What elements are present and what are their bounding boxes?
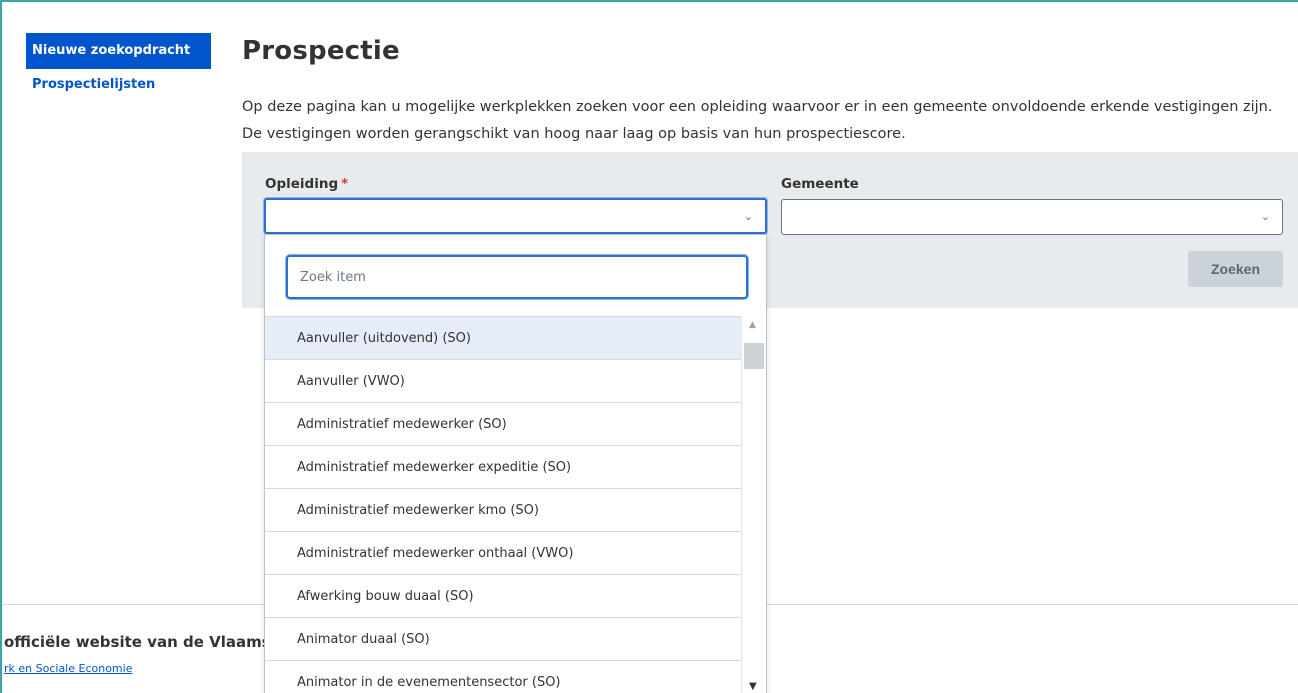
- dropdown-option[interactable]: Animator duaal (SO): [265, 617, 741, 660]
- dropdown-option[interactable]: Animator in de evenementensector (SO): [265, 660, 741, 693]
- gemeente-label: Gemeente: [781, 176, 859, 192]
- opleiding-select[interactable]: ⌄: [264, 198, 767, 234]
- footer-title: officiële website van de Vlaams: [4, 633, 271, 651]
- dropdown-search-input[interactable]: [286, 255, 748, 299]
- dropdown-option[interactable]: Aanvuller (uitdovend) (SO): [265, 316, 741, 359]
- scrollbar-thumb[interactable]: [744, 343, 764, 369]
- required-marker: *: [341, 176, 349, 192]
- sidebar-item-prospect-lists[interactable]: Prospectielijsten: [32, 77, 155, 92]
- arrow-up-icon[interactable]: ▲: [749, 320, 756, 330]
- page-intro: Op deze pagina kan u mogelijke werkplekk…: [242, 99, 1273, 142]
- opleiding-label-text: Opleiding: [265, 176, 339, 192]
- dropdown-option[interactable]: Administratief medewerker onthaal (VWO): [265, 531, 741, 574]
- sidebar-item-new-search[interactable]: Nieuwe zoekopdracht: [26, 33, 211, 69]
- dropdown-option[interactable]: Aanvuller (VWO): [265, 359, 741, 402]
- opleiding-label: Opleiding *: [265, 176, 348, 192]
- search-button[interactable]: Zoeken: [1188, 251, 1283, 287]
- dropdown-option[interactable]: Administratief medewerker (SO): [265, 402, 741, 445]
- dropdown-option[interactable]: Administratief medewerker expeditie (SO): [265, 445, 741, 488]
- chevron-down-icon: ⌄: [1260, 210, 1270, 223]
- dropdown-option[interactable]: Administratief medewerker kmo (SO): [265, 488, 741, 531]
- chevron-down-icon: ⌄: [743, 210, 753, 223]
- page-title: Prospectie: [242, 36, 400, 66]
- app-frame: Nieuwe zoekopdracht Prospectielijsten Pr…: [0, 0, 1298, 693]
- footer-link[interactable]: rk en Sociale Economie: [4, 662, 132, 675]
- dropdown-scrollbar[interactable]: ▲ ▼: [741, 316, 766, 693]
- dropdown-option-list: Aanvuller (uitdovend) (SO) Aanvuller (VW…: [265, 316, 741, 693]
- opleiding-dropdown: Aanvuller (uitdovend) (SO) Aanvuller (VW…: [264, 234, 767, 693]
- gemeente-select[interactable]: ⌄: [781, 199, 1283, 235]
- arrow-down-icon[interactable]: ▼: [749, 681, 757, 692]
- dropdown-option[interactable]: Afwerking bouw duaal (SO): [265, 574, 741, 617]
